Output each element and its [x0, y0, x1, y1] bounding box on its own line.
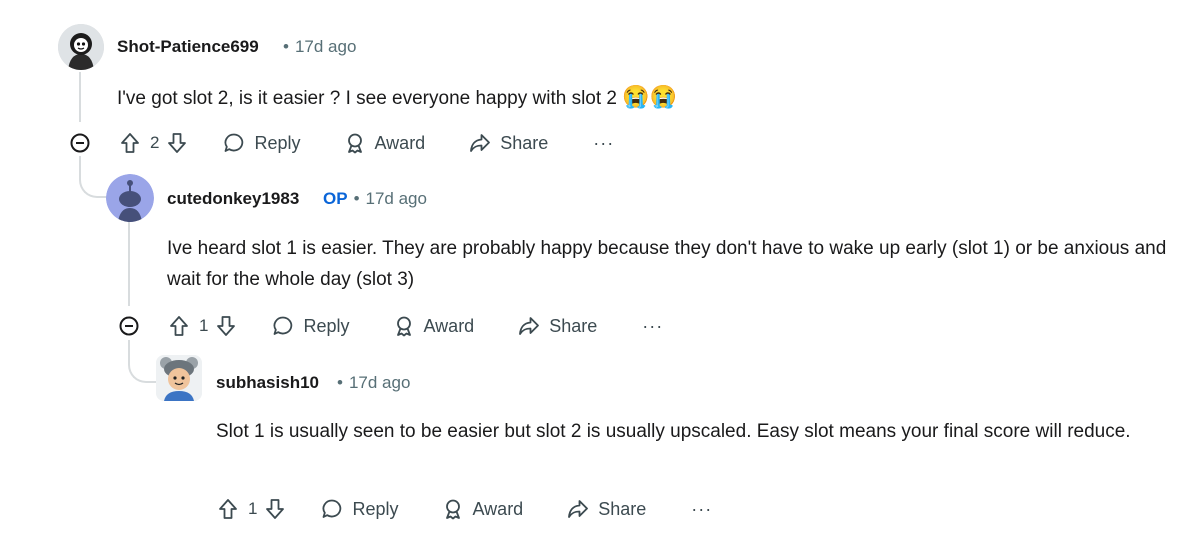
arrow-up-icon [219, 499, 237, 519]
more-options-button[interactable]: ··· [593, 133, 614, 154]
reply-label: Reply [303, 315, 350, 336]
comment-meta: • 17d ago [283, 37, 356, 57]
comment-username[interactable]: cutedonkey1983 [167, 189, 299, 209]
arrow-up-icon [121, 133, 139, 153]
comment-meta: • 17d ago [337, 373, 410, 393]
share-button[interactable]: Share [468, 131, 548, 155]
avatar[interactable] [58, 24, 104, 70]
thread-line-level-2 [128, 222, 130, 306]
downvote-button[interactable] [165, 131, 189, 155]
downvote-button[interactable] [263, 497, 287, 521]
avatar-icon [58, 24, 104, 70]
snoo-avatar-icon [106, 174, 154, 222]
collapse-thread-button[interactable] [118, 315, 140, 337]
collapse-thread-button[interactable] [69, 132, 91, 154]
avatar[interactable] [106, 174, 154, 222]
arrow-down-icon [217, 316, 236, 336]
vote-count: 1 [199, 316, 209, 335]
comment-username[interactable]: Shot-Patience699 [117, 37, 259, 57]
share-label: Share [500, 132, 549, 153]
share-button[interactable]: Share [517, 314, 597, 338]
more-options-button[interactable]: ··· [642, 316, 663, 337]
separator-dot: • [283, 37, 289, 56]
comment-body: Slot 1 is usually seen to be easier but … [216, 421, 1131, 442]
op-badge: OP [323, 189, 348, 208]
award-button[interactable]: Award [392, 314, 475, 338]
award-label: Award [374, 132, 426, 153]
comment-meta: OP • 17d ago [323, 189, 427, 209]
award-label: Award [423, 315, 475, 336]
thread-connector-level-2 [128, 340, 158, 383]
speech-bubble-icon [323, 499, 342, 518]
award-icon [396, 316, 411, 337]
reply-label: Reply [352, 498, 399, 519]
comment-actions: 1 Reply Award Share ··· [167, 310, 663, 342]
separator-dot: • [337, 373, 343, 392]
comment-body: I've got slot 2, is it easier ? I see ev… [117, 81, 1177, 114]
comment-actions: 2 Reply Award Share ··· [118, 127, 614, 159]
upvote-button[interactable] [118, 131, 142, 155]
share-button[interactable]: Share [566, 497, 646, 521]
thread-line-level-1 [79, 72, 81, 122]
speech-bubble-icon [274, 316, 293, 335]
minus-circle-icon [119, 316, 139, 336]
crying-emoji: 😭😭 [622, 84, 678, 109]
downvote-button[interactable] [214, 314, 238, 338]
arrow-up-icon [170, 316, 188, 336]
share-arrow-icon [568, 500, 589, 518]
avatar[interactable] [156, 355, 202, 401]
upvote-button[interactable] [167, 314, 191, 338]
arrow-down-icon [266, 499, 285, 519]
reply-label: Reply [254, 132, 301, 153]
reply-button[interactable]: Reply [271, 314, 350, 338]
award-button[interactable]: Award [343, 131, 426, 155]
speech-bubble-icon [225, 133, 244, 152]
thread-connector-level-1 [79, 156, 107, 198]
arrow-down-icon [168, 133, 187, 153]
comment-username[interactable]: subhasish10 [216, 373, 319, 393]
comment-text: I've got slot 2, is it easier ? I see ev… [117, 88, 618, 109]
comment-timestamp[interactable]: 17d ago [349, 373, 410, 392]
share-label: Share [549, 315, 598, 336]
more-options-button[interactable]: ··· [691, 499, 712, 520]
separator-dot: • [353, 189, 360, 208]
vote-count: 2 [150, 133, 160, 152]
comment-body: Ive heard slot 1 is easier. They are pro… [167, 238, 1167, 290]
reply-button[interactable]: Reply [222, 131, 301, 155]
share-arrow-icon [470, 134, 491, 152]
award-label: Award [472, 498, 524, 519]
award-icon [347, 133, 362, 154]
minus-circle-icon [70, 133, 90, 153]
comment-actions: 1 Reply Award Share ··· [216, 493, 712, 525]
comment-timestamp[interactable]: 17d ago [295, 37, 356, 56]
award-icon [445, 499, 460, 520]
share-arrow-icon [519, 317, 540, 335]
award-button[interactable]: Award [441, 497, 524, 521]
reply-button[interactable]: Reply [320, 497, 399, 521]
upvote-button[interactable] [216, 497, 240, 521]
share-label: Share [598, 498, 647, 519]
comment-timestamp[interactable]: 17d ago [366, 189, 427, 208]
character-avatar-icon [156, 355, 202, 401]
vote-count: 1 [248, 499, 258, 518]
